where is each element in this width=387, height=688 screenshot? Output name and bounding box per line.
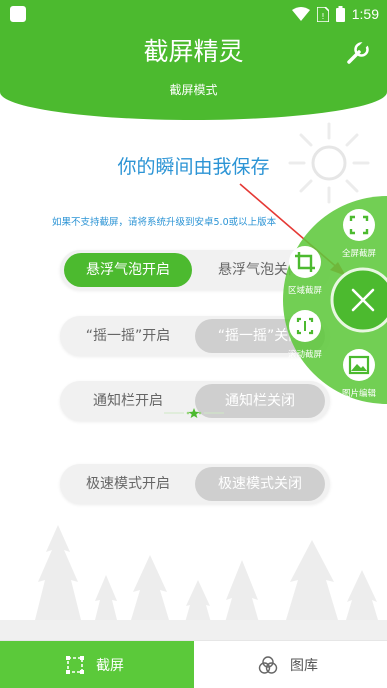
app-title: 截屏精灵 xyxy=(143,37,244,66)
no-sim-icon: ! xyxy=(316,6,329,22)
screenshot-tab-label: 截屏 xyxy=(96,658,124,674)
floating-bubble-on-option[interactable]: 悬浮气泡开启 xyxy=(64,253,192,287)
fast-mode-off-option[interactable]: 极速模式关闭 xyxy=(195,467,325,501)
mode-subtitle: 截屏模式 xyxy=(169,83,218,97)
scroll-capture-button[interactable]: 滚动截屏 xyxy=(280,309,330,360)
settings-icon[interactable] xyxy=(343,40,371,68)
fast-mode-on-option[interactable]: 极速模式开启 xyxy=(64,467,192,501)
headline: 你的瞬间由我保存 xyxy=(117,156,270,178)
status-bar: ! 1:59 xyxy=(0,0,387,28)
star-divider-icon xyxy=(164,408,224,418)
floating-menu: 全屏截屏 区域截屏 滚动截屏 图片编辑 xyxy=(258,196,387,404)
full-screen-capture-icon xyxy=(343,209,375,241)
image-edit-button[interactable]: 图片编辑 xyxy=(334,348,384,399)
battery-icon xyxy=(335,6,345,22)
image-edit-icon xyxy=(343,349,375,381)
wifi-icon xyxy=(291,7,310,21)
notification-icon xyxy=(10,6,26,22)
full-screen-capture-label: 全屏截屏 xyxy=(341,249,376,259)
gallery-tab-icon xyxy=(258,656,278,674)
scroll-capture-icon xyxy=(289,310,321,342)
svg-text:!: ! xyxy=(321,12,324,21)
trees-decoration-icon xyxy=(0,525,387,640)
region-capture-label: 区域截屏 xyxy=(287,286,322,296)
gallery-tab-label: 图库 xyxy=(290,658,318,674)
shake-on-option[interactable]: “摇一摇”开启 xyxy=(64,319,192,353)
app-header: 截屏精灵 截屏模式 xyxy=(0,28,387,120)
tab-screenshot[interactable]: 截屏 xyxy=(0,641,194,688)
screenshot-tab-icon xyxy=(66,656,84,674)
clock: 1:59 xyxy=(351,6,379,22)
image-edit-label: 图片编辑 xyxy=(341,389,376,399)
fast-mode-toggle: 极速模式开启 极速模式关闭 xyxy=(60,464,330,504)
region-capture-icon xyxy=(289,246,321,278)
close-menu-icon[interactable] xyxy=(344,281,382,319)
status-icons: ! 1:59 xyxy=(291,4,379,24)
scroll-capture-label: 滚动截屏 xyxy=(287,350,322,360)
full-screen-capture-button[interactable]: 全屏截屏 xyxy=(334,208,384,259)
bottom-nav: 截屏 图库 xyxy=(0,640,387,688)
region-capture-button[interactable]: 区域截屏 xyxy=(280,245,330,296)
tab-gallery[interactable]: 图库 xyxy=(194,641,387,688)
